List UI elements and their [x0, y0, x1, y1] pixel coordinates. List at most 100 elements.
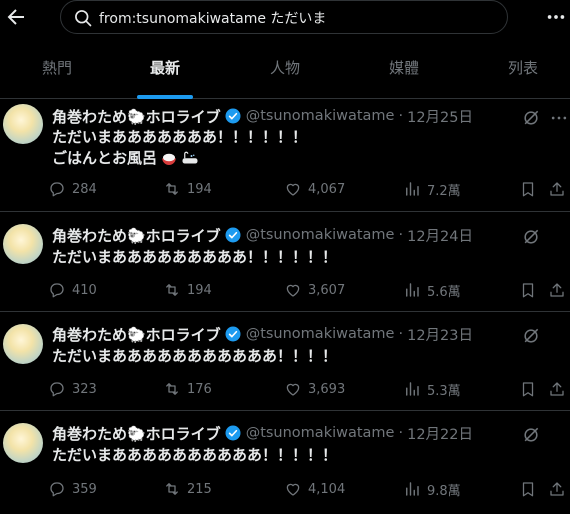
tweet[interactable]: 角巻わため🐑ホロライブ @tsunomakiwatame · 12月24日 ただ…	[0, 212, 570, 312]
like-button[interactable]: 3,693	[284, 378, 345, 400]
grok-icon[interactable]	[521, 326, 541, 346]
user-handle[interactable]: @tsunomakiwatame	[246, 326, 395, 342]
share-button[interactable]	[548, 478, 570, 500]
avatar[interactable]	[3, 324, 43, 364]
like-button[interactable]: 4,104	[284, 478, 345, 500]
reply-icon	[50, 182, 64, 197]
grok-icon[interactable]	[521, 227, 541, 247]
tweet-header: 角巻わため🐑ホロライブ @tsunomakiwatame · 12月25日	[52, 105, 522, 127]
separator-dot: ·	[398, 227, 404, 243]
views-chart-icon	[406, 283, 419, 297]
bookmark-icon	[522, 482, 534, 497]
reply-icon	[50, 283, 64, 298]
back-arrow-icon[interactable]	[4, 5, 28, 29]
tweet-text-line2: ごはんとお風呂	[52, 148, 199, 169]
views-button[interactable]: 5.6萬	[403, 279, 461, 301]
reply-button[interactable]: 284	[48, 178, 97, 200]
tweet-header: 角巻わため🐑ホロライブ @tsunomakiwatame · 12月23日	[52, 323, 522, 345]
retweet-icon	[166, 183, 178, 195]
retweet-icon	[166, 483, 178, 495]
bookmark-button[interactable]	[519, 478, 543, 500]
verified-badge-icon	[225, 227, 241, 243]
share-button[interactable]	[548, 378, 570, 400]
display-name[interactable]: 角巻わため🐑ホロライブ	[52, 225, 221, 246]
tab-lists[interactable]: 列表	[466, 36, 570, 98]
tab-people[interactable]: 人物	[228, 36, 342, 98]
view-count: 5.3萬	[427, 383, 461, 399]
reply-count: 410	[72, 282, 97, 298]
like-count: 3,693	[308, 381, 346, 397]
views-chart-icon	[406, 482, 419, 496]
search-input[interactable]: from:tsunomakiwatame ただいま	[99, 8, 326, 28]
tweet[interactable]: 角巻わため🐑ホロライブ @tsunomakiwatame · 12月25日 ただ…	[0, 99, 570, 212]
tweet-date[interactable]: 12月23日	[407, 324, 473, 345]
more-options-icon[interactable]	[545, 6, 567, 28]
user-handle[interactable]: @tsunomakiwatame	[246, 227, 395, 243]
display-name[interactable]: 角巻わため🐑ホロライブ	[52, 423, 221, 444]
rice-bowl-icon	[162, 153, 176, 165]
display-name[interactable]: 角巻わため🐑ホロライブ	[52, 324, 221, 345]
like-button[interactable]: 3,607	[284, 279, 345, 301]
bookmark-icon	[522, 283, 534, 298]
retweet-button[interactable]: 176	[163, 378, 212, 400]
bookmark-button[interactable]	[519, 378, 543, 400]
tweet-actions: 359 215 4,104 9.8萬	[48, 478, 568, 500]
retweet-button[interactable]: 215	[163, 478, 212, 500]
bookmark-icon	[522, 182, 534, 197]
avatar[interactable]	[3, 104, 43, 144]
reply-button[interactable]: 323	[48, 378, 97, 400]
user-handle[interactable]: @tsunomakiwatame	[246, 108, 395, 124]
reply-count: 284	[72, 181, 97, 197]
tweet-text: ただいまあああああああああ！！！！！！	[52, 248, 338, 266]
bathtub-icon	[182, 151, 198, 163]
search-tabs: 熱門 最新 人物 媒體 列表	[0, 36, 570, 99]
tab-media[interactable]: 媒體	[347, 36, 461, 98]
tab-top[interactable]: 熱門	[0, 36, 114, 98]
reply-count: 359	[72, 481, 97, 497]
view-count: 9.8萬	[427, 483, 461, 499]
reply-icon	[50, 382, 64, 397]
tweet-header: 角巻わため🐑ホロライブ @tsunomakiwatame · 12月22日	[52, 422, 522, 444]
grok-icon[interactable]	[521, 108, 541, 128]
share-button[interactable]	[548, 279, 570, 301]
display-name[interactable]: 角巻わため🐑ホロライブ	[52, 106, 221, 127]
reply-button[interactable]: 359	[48, 478, 97, 500]
search-box[interactable]: from:tsunomakiwatame ただいま	[60, 0, 508, 34]
bookmark-button[interactable]	[519, 279, 543, 301]
views-button[interactable]: 9.8萬	[403, 478, 461, 500]
retweet-count: 194	[187, 181, 212, 197]
tweet-date[interactable]: 12月22日	[407, 423, 473, 444]
retweet-count: 176	[187, 381, 212, 397]
heart-icon	[286, 383, 300, 396]
like-count: 4,067	[308, 181, 346, 197]
tweet-date[interactable]: 12月24日	[407, 225, 473, 246]
tab-latest[interactable]: 最新	[108, 36, 222, 98]
user-handle[interactable]: @tsunomakiwatame	[246, 425, 395, 441]
tweet-actions: 284 194 4,067 7.2萬	[48, 178, 568, 200]
tweet[interactable]: 角巻わため🐑ホロライブ @tsunomakiwatame · 12月23日 ただ…	[0, 312, 570, 411]
share-button[interactable]	[548, 178, 570, 200]
verified-badge-icon	[225, 108, 241, 124]
avatar[interactable]	[3, 423, 43, 463]
tweet[interactable]: 角巻わため🐑ホロライブ @tsunomakiwatame · 12月22日 ただ…	[0, 411, 570, 514]
bookmark-button[interactable]	[519, 178, 543, 200]
like-button[interactable]: 4,067	[284, 178, 345, 200]
tweet-actions: 323 176 3,693 5.3萬	[48, 378, 568, 400]
more-icon[interactable]	[549, 108, 569, 128]
retweet-count: 194	[187, 282, 212, 298]
like-count: 4,104	[308, 481, 346, 497]
views-chart-icon	[406, 182, 419, 196]
avatar[interactable]	[3, 224, 43, 264]
bookmark-icon	[522, 382, 534, 397]
views-button[interactable]: 5.3萬	[403, 378, 461, 400]
grok-icon[interactable]	[521, 425, 541, 445]
reply-icon	[50, 482, 64, 497]
reply-button[interactable]: 410	[48, 279, 97, 301]
views-button[interactable]: 7.2萬	[403, 178, 461, 200]
like-count: 3,607	[308, 282, 346, 298]
retweet-icon	[166, 383, 178, 395]
tweet-date[interactable]: 12月25日	[407, 106, 473, 127]
retweet-button[interactable]: 194	[163, 178, 212, 200]
heart-icon	[286, 183, 300, 196]
retweet-button[interactable]: 194	[163, 279, 212, 301]
